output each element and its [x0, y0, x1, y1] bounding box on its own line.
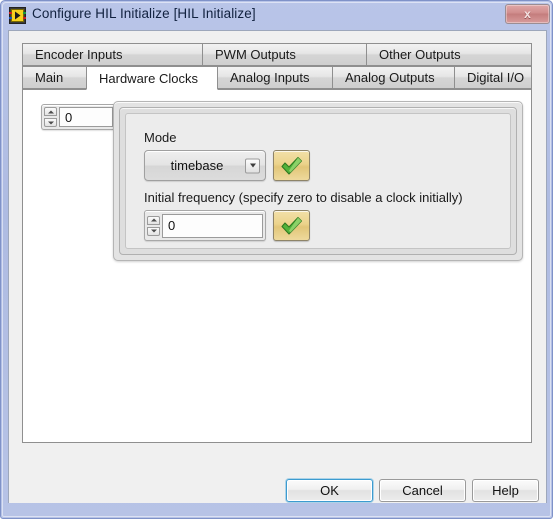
ok-button[interactable]: OK	[286, 479, 373, 502]
cancel-button[interactable]: Cancel	[379, 479, 466, 502]
tab-label: PWM Outputs	[215, 47, 296, 62]
initial-frequency-stepper[interactable]	[147, 215, 160, 236]
tab-page-hardware-clocks: 0 Mode timebase Initial frequency (speci…	[22, 89, 532, 443]
clock-settings-frame-mid: Mode timebase Initial frequency (specify…	[119, 107, 517, 255]
triangle-down-icon	[150, 229, 157, 233]
close-icon: x	[524, 7, 531, 21]
chevron-down-icon[interactable]	[245, 158, 260, 173]
mode-combobox[interactable]: timebase	[144, 150, 266, 181]
clock-index-control[interactable]: 0	[41, 104, 116, 130]
help-button-label: Help	[492, 483, 519, 498]
tab-encoder-inputs[interactable]: Encoder Inputs	[22, 43, 203, 66]
stepper-down-button[interactable]	[44, 118, 57, 127]
clock-index-input[interactable]: 0	[59, 107, 113, 127]
title-bar[interactable]: Configure HIL Initialize [HIL Initialize…	[1, 1, 553, 30]
green-check-icon	[281, 156, 303, 175]
tab-label: Analog Inputs	[230, 70, 310, 85]
mode-label: Mode	[144, 130, 177, 145]
initial-frequency-input[interactable]: 0	[162, 213, 263, 238]
mode-selected-value: timebase	[170, 158, 224, 173]
triangle-down-icon	[47, 121, 54, 124]
initial-frequency-confirm-button[interactable]	[273, 210, 310, 241]
window-title: Configure HIL Initialize [HIL Initialize…	[32, 6, 256, 21]
tab-digital-io[interactable]: Digital I/O	[454, 66, 532, 89]
tab-label: Digital I/O	[467, 70, 525, 85]
clock-index-stepper[interactable]	[44, 107, 57, 127]
tab-label: Main	[35, 70, 64, 85]
stepper-up-button[interactable]	[44, 107, 57, 116]
green-check-icon	[281, 216, 303, 235]
tab-label: Hardware Clocks	[99, 70, 198, 86]
tab-hardware-clocks[interactable]: Hardware Clocks	[86, 66, 218, 90]
tab-analog-inputs[interactable]: Analog Inputs	[217, 66, 333, 89]
tab-label: Encoder Inputs	[35, 47, 123, 62]
triangle-up-icon	[150, 218, 157, 222]
tab-pwm-outputs[interactable]: PWM Outputs	[202, 43, 367, 66]
triangle-up-icon	[47, 110, 54, 113]
cancel-button-label: Cancel	[402, 483, 443, 498]
tab-label: Other Outputs	[379, 47, 461, 62]
tab-control: Encoder Inputs PWM Outputs Other Outputs…	[22, 43, 532, 443]
initial-frequency-control[interactable]: 0	[144, 210, 266, 241]
initial-frequency-label: Initial frequency (specify zero to disab…	[144, 190, 463, 205]
tab-other-outputs[interactable]: Other Outputs	[366, 43, 532, 66]
stepper-up-button[interactable]	[147, 215, 160, 225]
clock-settings-frame-inner: Mode timebase Initial frequency (specify…	[125, 113, 511, 249]
clock-settings-frame-outer: Mode timebase Initial frequency (specify…	[113, 101, 523, 261]
mode-confirm-button[interactable]	[273, 150, 310, 181]
labview-vi-icon	[9, 7, 26, 24]
dialog-client-area: Encoder Inputs PWM Outputs Other Outputs…	[8, 30, 547, 503]
tab-analog-outputs[interactable]: Analog Outputs	[332, 66, 455, 89]
close-button[interactable]: x	[505, 4, 550, 24]
help-button[interactable]: Help	[472, 479, 539, 502]
tab-label: Analog Outputs	[345, 70, 435, 85]
ok-button-label: OK	[320, 483, 339, 498]
stepper-down-button[interactable]	[147, 226, 160, 236]
dialog-window: Configure HIL Initialize [HIL Initialize…	[0, 0, 553, 519]
tab-main[interactable]: Main	[22, 66, 87, 89]
